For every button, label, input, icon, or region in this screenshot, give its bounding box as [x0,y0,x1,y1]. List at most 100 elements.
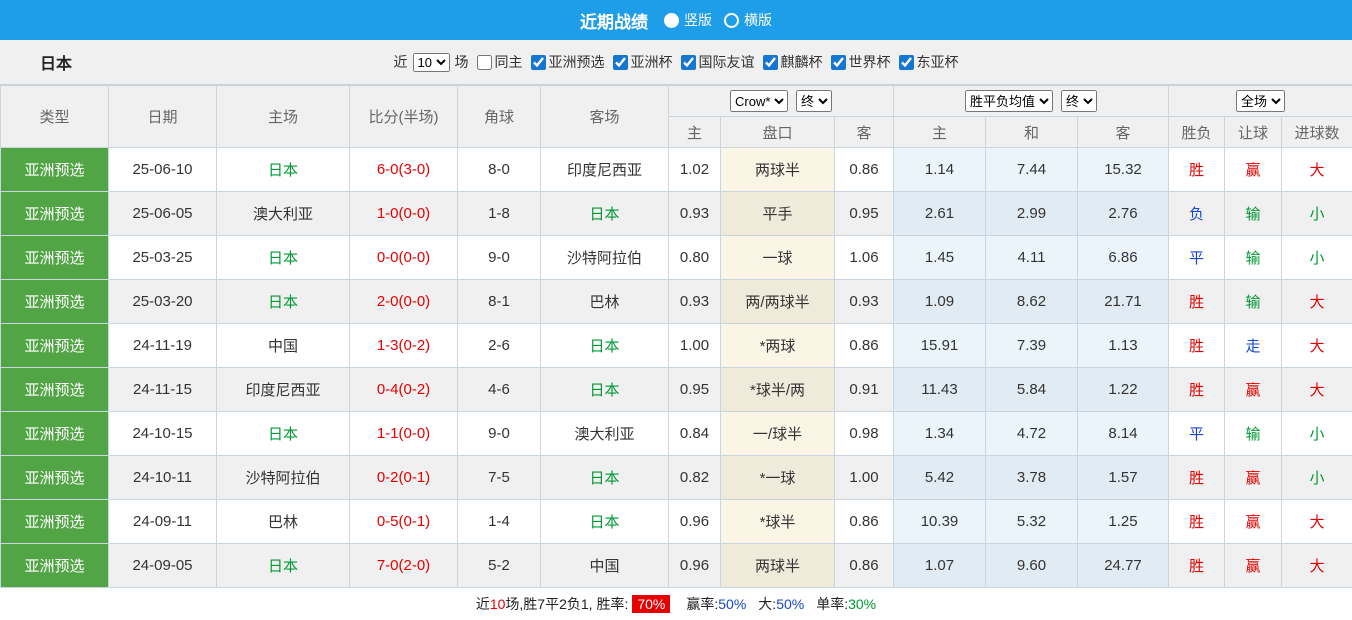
eu-draw-odds: 9.60 [986,544,1078,588]
handicap-win-rate-label: 赢率: [686,596,718,612]
europe-time-select[interactable]: 终 [1061,90,1097,112]
result-scope-select[interactable]: 全场 [1236,90,1285,112]
competition-label: 国际友谊 [699,52,755,72]
ah-home-odds: 1.02 [669,148,721,192]
corner-score: 9-0 [458,412,541,456]
competition-filter[interactable]: 国际友谊 [681,52,755,72]
away-team: 日本 [541,456,669,500]
competition-type: 亚洲预选 [1,544,109,588]
handicap-time-select[interactable]: 终 [796,90,832,112]
ah-home-odds: 0.95 [669,368,721,412]
same-home-filter[interactable]: 同主 [477,52,523,72]
score-halftime: 0-4(0-2) [350,368,458,412]
title-bar: 近期战绩 竖版 横版 [0,0,1352,40]
ah-handicap-line: *两球 [721,324,835,368]
result-goals: 大 [1282,500,1352,544]
ah-away-odds: 0.95 [835,192,894,236]
eu-draw-odds: 4.72 [986,412,1078,456]
eu-draw-odds: 2.99 [986,192,1078,236]
result-wdl: 胜 [1169,544,1225,588]
single-rate-label: 单率: [816,596,848,612]
competition-filter[interactable]: 东亚杯 [899,52,959,72]
competition-label: 东亚杯 [917,52,959,72]
home-team: 巴林 [217,500,350,544]
match-row: 亚洲预选24-11-15印度尼西亚0-4(0-2)4-6日本0.95*球半/两0… [1,368,1352,412]
corner-score: 7-5 [458,456,541,500]
score-halftime: 1-3(0-2) [350,324,458,368]
over-rate-label: 大: [758,596,776,612]
competition-label: 麒麟杯 [781,52,823,72]
competition-filter[interactable]: 世界杯 [831,52,891,72]
result-handicap: 输 [1225,192,1282,236]
result-goals: 小 [1282,236,1352,280]
competition-checkbox[interactable] [613,55,628,70]
ah-handicap-line: 一球 [721,236,835,280]
radio-unselected-icon [724,13,739,28]
score-halftime: 6-0(3-0) [350,148,458,192]
corner-score: 1-4 [458,500,541,544]
match-date: 24-10-11 [109,456,217,500]
ah-handicap-line: 两球半 [721,544,835,588]
result-handicap: 输 [1225,236,1282,280]
over-rate: 大:50% [758,594,804,614]
eu-away-odds: 8.14 [1078,412,1169,456]
corner-score: 2-6 [458,324,541,368]
match-row: 亚洲预选24-09-11巴林0-5(0-1)1-4日本0.96*球半0.8610… [1,500,1352,544]
corner-score: 8-1 [458,280,541,324]
recent-count-select[interactable]: 10 [413,53,450,72]
ah-handicap-line: 两/两球半 [721,280,835,324]
layout-radio-group: 竖版 横版 [652,10,772,30]
layout-radio-label: 横版 [744,10,772,30]
sub-header-eu-draw: 和 [986,117,1078,148]
ah-home-odds: 0.80 [669,236,721,280]
score-halftime: 0-2(0-1) [350,456,458,500]
competition-filter[interactable]: 亚洲预选 [531,52,605,72]
score-halftime: 0-5(0-1) [350,500,458,544]
competition-checkbox[interactable] [681,55,696,70]
col-header-corner: 角球 [458,86,541,148]
away-team: 巴林 [541,280,669,324]
away-team: 沙特阿拉伯 [541,236,669,280]
competition-label: 亚洲预选 [549,52,605,72]
ah-home-odds: 0.93 [669,280,721,324]
eu-away-odds: 15.32 [1078,148,1169,192]
result-wdl: 胜 [1169,456,1225,500]
competition-checkbox[interactable] [531,55,546,70]
competition-checkbox[interactable] [899,55,914,70]
layout-radio-horizontal[interactable]: 横版 [724,10,772,30]
eu-home-odds: 15.91 [894,324,986,368]
page-title: 近期战绩 [580,8,648,33]
sub-header-result-wdl: 胜负 [1169,117,1225,148]
result-wdl: 胜 [1169,280,1225,324]
result-wdl: 平 [1169,412,1225,456]
summary-footer: 近10场,胜7平2负1, 胜率: 70% 赢率:50% 大:50% 单率:30% [0,588,1352,620]
competition-type: 亚洲预选 [1,412,109,456]
summary-text: 场,胜7平2负1, 胜率: [505,594,628,614]
eu-draw-odds: 3.78 [986,456,1078,500]
europe-odds-select[interactable]: 胜平负均值 [965,90,1053,112]
match-date: 25-06-05 [109,192,217,236]
corner-score: 4-6 [458,368,541,412]
layout-radio-vertical[interactable]: 竖版 [664,10,712,30]
score-halftime: 1-0(0-0) [350,192,458,236]
ah-away-odds: 0.86 [835,324,894,368]
handicap-win-rate: 赢率:50% [686,594,746,614]
match-date: 24-09-05 [109,544,217,588]
result-wdl: 胜 [1169,148,1225,192]
home-team: 日本 [217,412,350,456]
competition-filter[interactable]: 亚洲杯 [613,52,673,72]
eu-home-odds: 2.61 [894,192,986,236]
competition-filter[interactable]: 麒麟杯 [763,52,823,72]
competition-checkbox[interactable] [763,55,778,70]
match-row: 亚洲预选25-06-05澳大利亚1-0(0-0)1-8日本0.93平手0.952… [1,192,1352,236]
result-handicap: 赢 [1225,544,1282,588]
ah-home-odds: 0.96 [669,500,721,544]
recent-label: 近 [394,52,408,72]
bookmaker-select[interactable]: Crow* [730,90,788,112]
competition-label: 亚洲杯 [631,52,673,72]
same-home-checkbox[interactable] [477,55,492,70]
corner-score: 5-2 [458,544,541,588]
match-date: 24-11-15 [109,368,217,412]
away-team: 中国 [541,544,669,588]
competition-checkbox[interactable] [831,55,846,70]
